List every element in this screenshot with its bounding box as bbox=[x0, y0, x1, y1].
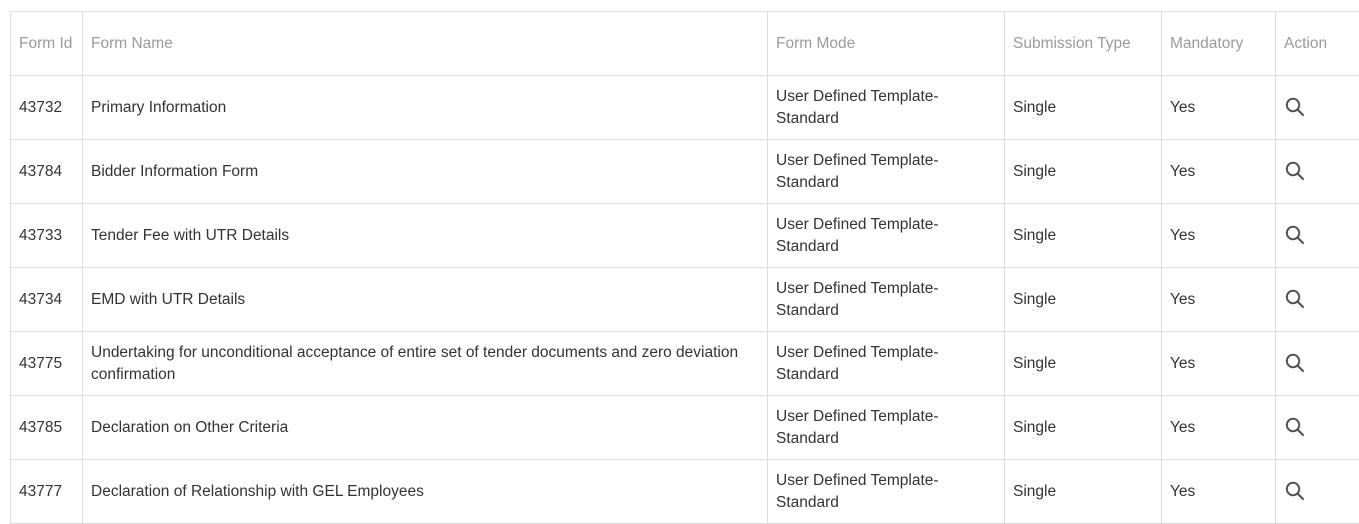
cell-mandatory: Yes bbox=[1162, 460, 1276, 524]
table-row: 43784 Bidder Information Form User Defin… bbox=[11, 140, 1359, 204]
header-form-name: Form Name bbox=[83, 12, 768, 76]
table-row: 43775 Undertaking for unconditional acce… bbox=[11, 332, 1359, 396]
table-header: Form Id Form Name Form Mode Submission T… bbox=[11, 12, 1359, 76]
cell-form-mode: User Defined Template-Standard bbox=[768, 76, 1005, 140]
search-icon[interactable] bbox=[1284, 416, 1306, 438]
cell-form-id: 43777 bbox=[11, 460, 83, 524]
cell-form-id: 43785 bbox=[11, 396, 83, 460]
cell-action bbox=[1276, 268, 1359, 332]
cell-action bbox=[1276, 396, 1359, 460]
cell-mandatory: Yes bbox=[1162, 204, 1276, 268]
cell-mandatory: Yes bbox=[1162, 140, 1276, 204]
search-icon[interactable] bbox=[1284, 480, 1306, 502]
table-row: 43732 Primary Information User Defined T… bbox=[11, 76, 1359, 140]
cell-action bbox=[1276, 76, 1359, 140]
header-form-mode: Form Mode bbox=[768, 12, 1005, 76]
cell-form-mode: User Defined Template-Standard bbox=[768, 140, 1005, 204]
cell-form-id: 43732 bbox=[11, 76, 83, 140]
cell-mandatory: Yes bbox=[1162, 396, 1276, 460]
header-mandatory: Mandatory bbox=[1162, 12, 1276, 76]
cell-submission-type: Single bbox=[1005, 460, 1162, 524]
cell-submission-type: Single bbox=[1005, 268, 1162, 332]
cell-mandatory: Yes bbox=[1162, 268, 1276, 332]
cell-action bbox=[1276, 140, 1359, 204]
cell-form-name: EMD with UTR Details bbox=[83, 268, 768, 332]
cell-submission-type: Single bbox=[1005, 204, 1162, 268]
cell-form-id: 43784 bbox=[11, 140, 83, 204]
cell-submission-type: Single bbox=[1005, 332, 1162, 396]
search-icon[interactable] bbox=[1284, 96, 1306, 118]
search-icon[interactable] bbox=[1284, 352, 1306, 374]
table-row: 43733 Tender Fee with UTR Details User D… bbox=[11, 204, 1359, 268]
cell-form-mode: User Defined Template-Standard bbox=[768, 268, 1005, 332]
cell-submission-type: Single bbox=[1005, 76, 1162, 140]
table-row: 43785 Declaration on Other Criteria User… bbox=[11, 396, 1359, 460]
table-row: 43777 Declaration of Relationship with G… bbox=[11, 460, 1359, 524]
forms-table-container: Form Id Form Name Form Mode Submission T… bbox=[10, 11, 1359, 524]
forms-table: Form Id Form Name Form Mode Submission T… bbox=[10, 11, 1359, 524]
cell-mandatory: Yes bbox=[1162, 76, 1276, 140]
cell-action bbox=[1276, 332, 1359, 396]
cell-action bbox=[1276, 204, 1359, 268]
cell-form-id: 43775 bbox=[11, 332, 83, 396]
cell-form-name: Undertaking for unconditional acceptance… bbox=[83, 332, 768, 396]
cell-form-mode: User Defined Template-Standard bbox=[768, 396, 1005, 460]
cell-form-name: Bidder Information Form bbox=[83, 140, 768, 204]
cell-form-name: Declaration of Relationship with GEL Emp… bbox=[83, 460, 768, 524]
search-icon[interactable] bbox=[1284, 224, 1306, 246]
header-submission-type: Submission Type bbox=[1005, 12, 1162, 76]
cell-form-id: 43733 bbox=[11, 204, 83, 268]
table-body: 43732 Primary Information User Defined T… bbox=[11, 76, 1359, 524]
cell-form-name: Tender Fee with UTR Details bbox=[83, 204, 768, 268]
cell-action bbox=[1276, 460, 1359, 524]
cell-form-mode: User Defined Template-Standard bbox=[768, 332, 1005, 396]
table-row: 43734 EMD with UTR Details User Defined … bbox=[11, 268, 1359, 332]
cell-form-id: 43734 bbox=[11, 268, 83, 332]
header-row: Form Id Form Name Form Mode Submission T… bbox=[11, 12, 1359, 76]
cell-form-name: Primary Information bbox=[83, 76, 768, 140]
cell-mandatory: Yes bbox=[1162, 332, 1276, 396]
header-form-id: Form Id bbox=[11, 12, 83, 76]
search-icon[interactable] bbox=[1284, 288, 1306, 310]
search-icon[interactable] bbox=[1284, 160, 1306, 182]
header-action: Action bbox=[1276, 12, 1359, 76]
cell-submission-type: Single bbox=[1005, 396, 1162, 460]
cell-form-name: Declaration on Other Criteria bbox=[83, 396, 768, 460]
cell-form-mode: User Defined Template-Standard bbox=[768, 460, 1005, 524]
cell-form-mode: User Defined Template-Standard bbox=[768, 204, 1005, 268]
cell-submission-type: Single bbox=[1005, 140, 1162, 204]
